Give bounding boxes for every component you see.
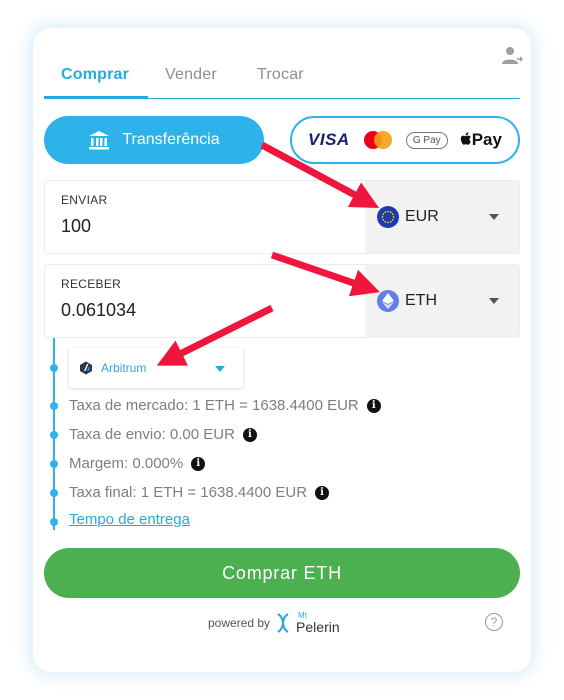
send-amount-input[interactable] [61,213,341,239]
info-icon[interactable]: i [315,485,330,500]
send-label: ENVIAR [61,193,108,207]
powered-by-text: powered by [208,616,271,630]
market-rate-row: Taxa de mercado: 1 ETH = 1638.4400 EUR i [69,397,381,414]
timeline-dot [50,460,58,468]
mt-pelerin-logo-icon [277,613,289,633]
help-icon[interactable]: ? [485,613,503,631]
buy-button[interactable]: Comprar ETH [44,548,520,598]
margin-row: Margem: 0.000% i [69,455,206,472]
bank-transfer-button[interactable]: Transferência [44,116,264,164]
chevron-down-icon [489,214,499,220]
google-pay-logo: G Pay [405,131,448,149]
delivery-time-link[interactable]: Tempo de entrega [69,511,190,528]
network-label: Arbitrum [101,361,147,375]
visa-logo: VISA [308,130,350,149]
shipping-fee-row: Taxa de envio: 0.00 EUR i [69,426,257,443]
send-currency-select[interactable]: EUR [365,181,519,253]
brand-name: Pelerin [296,619,340,635]
bank-transfer-label: Transferência [122,131,220,148]
send-currency-label: EUR [405,208,439,225]
market-rate-text: Taxa de mercado: 1 ETH = 1638.4400 EUR [69,397,359,414]
tab-comprar[interactable]: Comprar [61,66,129,84]
powered-by-footer: powered by Mt Pelerin [208,612,340,635]
final-rate-text: Taxa final: 1 ETH = 1638.4400 EUR [69,484,308,501]
timeline-dot [50,489,58,497]
final-rate-row: Taxa final: 1 ETH = 1638.4400 EUR i [69,484,330,501]
margin-text: Margem: 0.000% [69,455,184,472]
shipping-fee-text: Taxa de envio: 0.00 EUR [69,426,235,443]
ethereum-icon [377,290,399,312]
receive-currency-select[interactable]: ETH [365,265,519,337]
mastercard-logo [363,131,392,149]
network-select[interactable]: Arbitrum [69,348,243,388]
apple-pay-logo: Pay [460,130,502,150]
tab-vender[interactable]: Vender [165,66,217,84]
timeline-dot [50,364,58,372]
receive-amount-field: RECEBER ETH [44,264,520,338]
apple-icon [460,132,471,145]
card-payment-button[interactable]: VISA G Pay Pay [290,116,520,164]
tab-trocar[interactable]: Trocar [257,66,304,84]
tab-bar: Comprar Vender Trocar [44,60,520,100]
timeline-dot [50,402,58,410]
arbitrum-icon [80,361,92,375]
chevron-down-icon [489,298,499,304]
timeline-dot [50,431,58,439]
receive-label: RECEBER [61,277,122,291]
eu-flag-icon [377,206,399,228]
bank-icon [89,131,110,150]
tab-active-indicator [44,96,148,99]
receive-amount-input[interactable] [61,297,341,323]
timeline-dot [50,518,58,526]
info-icon[interactable]: i [191,456,206,471]
info-icon[interactable]: i [366,398,381,413]
send-amount-field: ENVIAR EUR [44,180,520,254]
brand-wordmark: Mt Pelerin [296,612,340,635]
info-icon[interactable]: i [242,427,257,442]
receive-currency-label: ETH [405,292,437,309]
apple-pay-label: Pay [471,130,502,149]
chevron-down-icon [215,366,225,372]
